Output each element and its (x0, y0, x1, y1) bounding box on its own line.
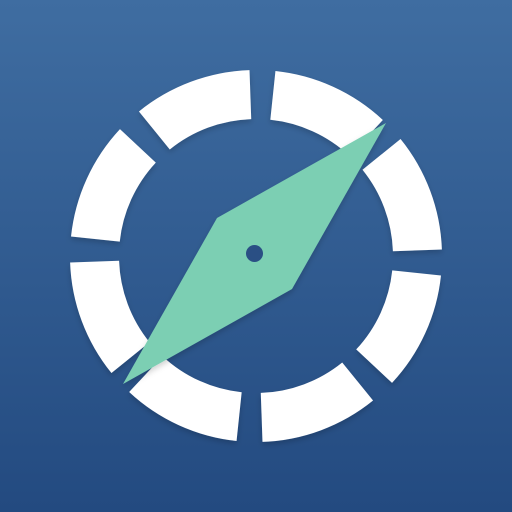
compass-pivot (246, 245, 263, 262)
app-icon (0, 0, 512, 512)
compass-icon (0, 0, 512, 512)
